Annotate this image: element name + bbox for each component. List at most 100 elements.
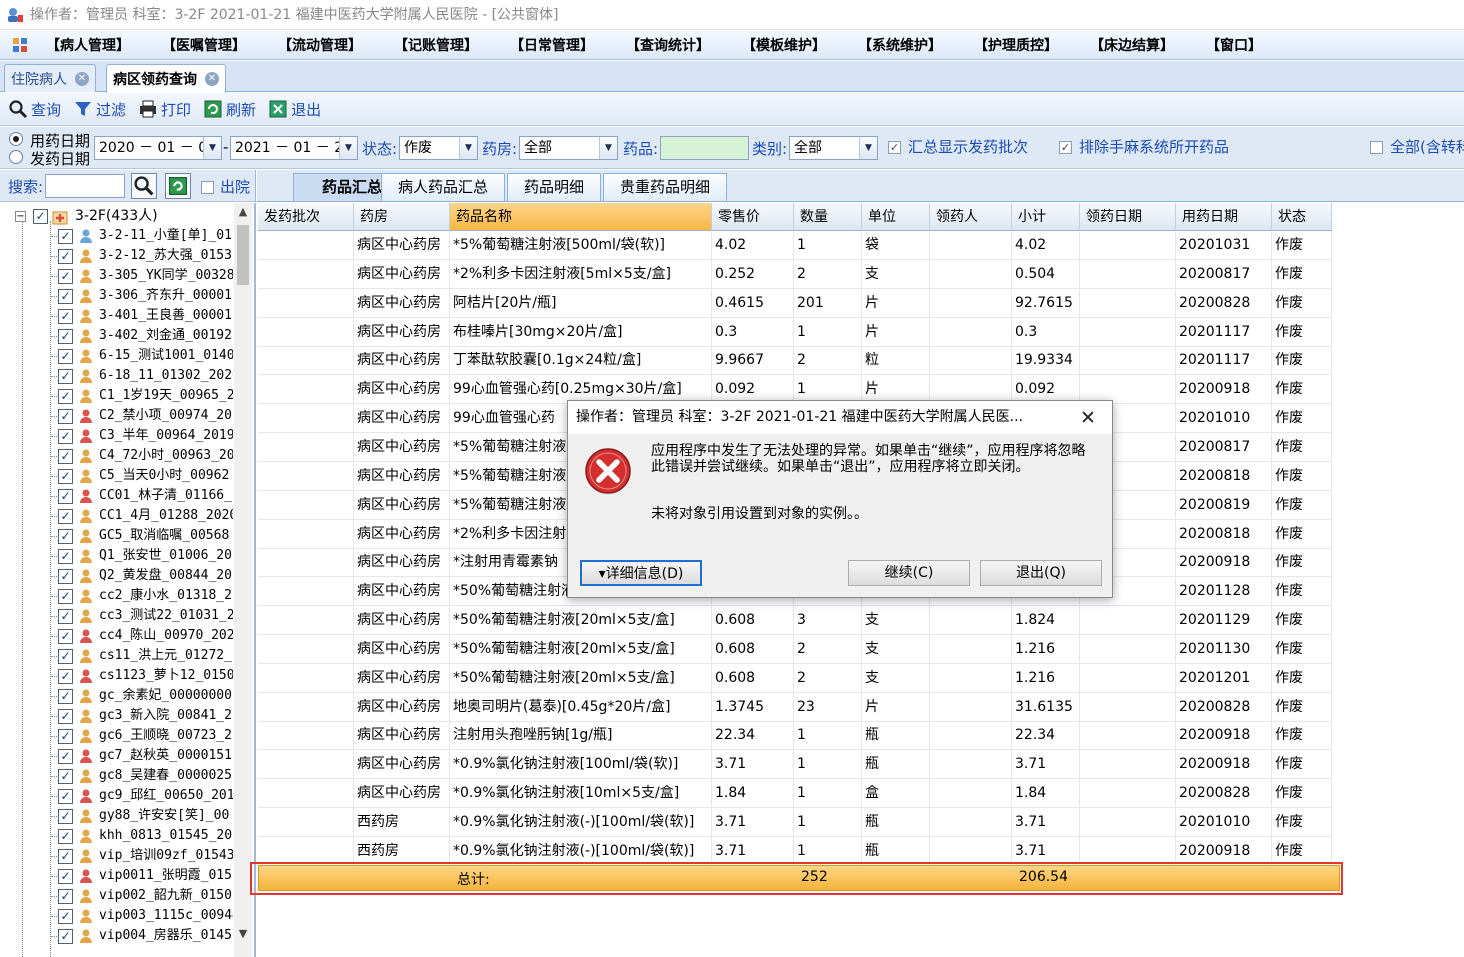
column-header[interactable]: 领药日期 bbox=[1080, 203, 1176, 231]
category-select[interactable]: 全部 ▼ bbox=[789, 136, 878, 160]
filter-button[interactable]: 过滤 bbox=[73, 99, 126, 120]
tree-item[interactable]: ✓ gc6_王顺晓_00723_2 bbox=[0, 726, 234, 746]
tree-checkbox[interactable]: ✓ bbox=[58, 509, 73, 524]
tree-checkbox[interactable]: ✓ bbox=[58, 849, 73, 864]
tree-checkbox[interactable]: ✓ bbox=[58, 889, 73, 904]
chevron-down-icon[interactable]: ▼ bbox=[459, 137, 477, 159]
column-header[interactable]: 单位 bbox=[862, 203, 930, 231]
refresh-button[interactable]: 刷新 bbox=[203, 99, 256, 120]
menu-billing[interactable]: 【记账管理】 bbox=[394, 35, 478, 55]
menu-system[interactable]: 【系统维护】 bbox=[858, 35, 942, 55]
chevron-down-icon[interactable]: ▼ bbox=[203, 137, 221, 159]
tree-item[interactable]: ✓ cc2_康小水_01318_2 bbox=[0, 586, 234, 606]
query-button[interactable]: 查询 bbox=[8, 99, 61, 120]
table-row[interactable]: 病区中心药房 *50%葡萄糖注射液[20ml×5支/盒] 0.608 3 支 1.824 2… bbox=[258, 606, 1348, 636]
print-button[interactable]: 打印 bbox=[138, 99, 191, 120]
search-input[interactable] bbox=[45, 174, 125, 198]
search-button[interactable] bbox=[131, 173, 157, 199]
tree-checkbox[interactable]: ✓ bbox=[58, 569, 73, 584]
tree-root[interactable]: − ✓ 3-2F(433人) bbox=[0, 206, 234, 226]
tree-item[interactable]: ✓ cc3_测试22_01031_2 bbox=[0, 606, 234, 626]
tree-scrollbar[interactable]: ▲ ▼ bbox=[234, 203, 252, 957]
column-header[interactable]: 状态 bbox=[1272, 203, 1332, 231]
table-row[interactable]: 病区中心药房 丁苯酞软胶囊[0.1g×24粒/盒] 9.9667 2 粒 19.9334 2… bbox=[258, 346, 1348, 376]
column-header[interactable]: 用药日期 bbox=[1176, 203, 1272, 231]
tree-item[interactable]: ✓ 6-18_11_01302_2020 bbox=[0, 366, 234, 386]
tree-checkbox[interactable]: ✓ bbox=[58, 649, 73, 664]
tree-item[interactable]: ✓ C4_72小时_00963_20 bbox=[0, 446, 234, 466]
tree-checkbox[interactable]: ✓ bbox=[58, 369, 73, 384]
tree-item[interactable]: ✓ cc4_陈山_00970_202 bbox=[0, 626, 234, 646]
date-from-picker[interactable]: 2020 － 01 － 09 ▼ bbox=[94, 136, 222, 160]
tab-drug-detail[interactable]: 药品明细 bbox=[507, 173, 601, 201]
tree-checkbox[interactable]: ✓ bbox=[58, 489, 73, 504]
all-including-transfer-checkbox[interactable] bbox=[1370, 141, 1383, 154]
tree-checkbox[interactable]: ✓ bbox=[58, 749, 73, 764]
tree-item[interactable]: ✓ Q2_黄发盘_00844_20 bbox=[0, 566, 234, 586]
chevron-down-icon[interactable]: ▼ bbox=[339, 137, 357, 159]
tree-item[interactable]: ✓ gc3_新入院_00841_2 bbox=[0, 706, 234, 726]
tree-item[interactable]: ✓ 3-2-12_苏大强_0153 bbox=[0, 246, 234, 266]
close-icon[interactable]: ✕ bbox=[1078, 408, 1098, 428]
tree-item[interactable]: ✓ C3_半年_00964_2019 bbox=[0, 426, 234, 446]
tab-expensive-drug-detail[interactable]: 贵重药品明细 bbox=[603, 173, 727, 201]
tree-item[interactable]: ✓ gy88_许安安[笑]_00 bbox=[0, 806, 234, 826]
menu-templates[interactable]: 【模板维护】 bbox=[742, 35, 826, 55]
column-header[interactable]: 零售价 bbox=[712, 203, 794, 231]
table-row[interactable]: 病区中心药房 注射用头孢唑肟钠[1g/瓶] 22.34 1 瓶 22.34 20200918… bbox=[258, 721, 1348, 751]
menu-window[interactable]: 【窗口】 bbox=[1206, 35, 1262, 55]
menu-nursing-qc[interactable]: 【护理质控】 bbox=[974, 35, 1058, 55]
drug-input[interactable] bbox=[660, 136, 749, 160]
tab-ward-drug-query[interactable]: 病区领药查询 ✕ bbox=[106, 64, 226, 93]
tree-checkbox[interactable]: ✓ bbox=[58, 229, 73, 244]
table-row[interactable]: 病区中心药房 布桂嗪片[30mg×20片/盒] 0.3 1 片 0.3 20201117 作废 bbox=[258, 317, 1348, 347]
tree-checkbox[interactable]: ✓ bbox=[58, 329, 73, 344]
tree-item[interactable]: ✓ 3-306_齐东升_00001 bbox=[0, 286, 234, 306]
tab-patient-drug-summary[interactable]: 病人药品汇总 bbox=[381, 173, 505, 201]
tree-item[interactable]: ✓ gc_余素妃_00000000 bbox=[0, 686, 234, 706]
column-header[interactable]: 药房 bbox=[354, 203, 450, 231]
tree-checkbox[interactable]: ✓ bbox=[58, 429, 73, 444]
tree-checkbox[interactable]: ✓ bbox=[58, 909, 73, 924]
menu-statistics[interactable]: 【查询统计】 bbox=[626, 35, 710, 55]
tab-close-icon[interactable]: ✕ bbox=[75, 71, 89, 86]
tree-item[interactable]: ✓ cs1123_萝卜12_0150 bbox=[0, 666, 234, 686]
scroll-down-icon[interactable]: ▼ bbox=[234, 925, 252, 943]
tree-checkbox[interactable]: ✓ bbox=[58, 709, 73, 724]
tree-item[interactable]: ✓ CC1_4月_01288_2020 bbox=[0, 506, 234, 526]
tree-checkbox[interactable]: ✓ bbox=[58, 589, 73, 604]
collapse-icon[interactable]: − bbox=[15, 211, 26, 222]
tree-checkbox[interactable]: ✓ bbox=[58, 789, 73, 804]
tree-item[interactable]: ✓ vip0011_张明霞_015 bbox=[0, 866, 234, 886]
column-header[interactable]: 数量 bbox=[794, 203, 862, 231]
menu-patient[interactable]: 【病人管理】 bbox=[46, 35, 130, 55]
tree-item[interactable]: ✓ 3-402_刘金通_00192 bbox=[0, 326, 234, 346]
tree-item[interactable]: ✓ C2_禁小项_00974_20 bbox=[0, 406, 234, 426]
tree-item[interactable]: ✓ 3-2-11_小童[单]_01 bbox=[0, 226, 234, 246]
chevron-down-icon[interactable]: ▼ bbox=[599, 137, 617, 159]
tree-item[interactable]: ✓ CC01_林子清_01166_ bbox=[0, 486, 234, 506]
details-button[interactable]: ▾详细信息(D) bbox=[580, 560, 702, 586]
tree-item[interactable]: ✓ vip_培训09zf_01543 bbox=[0, 846, 234, 866]
tree-item[interactable]: ✓ gc9_邱红_00650_201 bbox=[0, 786, 234, 806]
tree-checkbox[interactable]: ✓ bbox=[58, 669, 73, 684]
app-menu-icon[interactable] bbox=[12, 37, 28, 53]
tree-item[interactable]: ✓ GC5_取消临嘱_00568 bbox=[0, 526, 234, 546]
tree-checkbox[interactable]: ✓ bbox=[58, 769, 73, 784]
tree-scroll-thumb[interactable] bbox=[237, 225, 249, 285]
table-row[interactable]: 病区中心药房 *0.9%氯化钠注射液[100ml/袋(软)] 3.71 1 瓶 3.71 2… bbox=[258, 750, 1348, 780]
tree-item[interactable]: ✓ gc8_吴建春_0000025 bbox=[0, 766, 234, 786]
tree-checkbox[interactable]: ✓ bbox=[58, 809, 73, 824]
tree-item[interactable]: ✓ vip003_1115c_00944 bbox=[0, 906, 234, 926]
status-select[interactable]: 作废 ▼ bbox=[399, 136, 478, 160]
menu-bedside-settlement[interactable]: 【床边结算】 bbox=[1090, 35, 1174, 55]
tree-checkbox[interactable]: ✓ bbox=[58, 349, 73, 364]
tree-checkbox[interactable]: ✓ bbox=[58, 469, 73, 484]
menu-flow[interactable]: 【流动管理】 bbox=[278, 35, 362, 55]
pharmacy-select[interactable]: 全部 ▼ bbox=[519, 136, 618, 160]
tree-checkbox[interactable]: ✓ bbox=[33, 209, 48, 224]
table-row[interactable]: 病区中心药房 阿桔片[20片/瓶] 0.4615 201 片 92.7615 2020082… bbox=[258, 288, 1348, 318]
tree-item[interactable]: ✓ 3-305_YK同学_00328 bbox=[0, 266, 234, 286]
tree-checkbox[interactable]: ✓ bbox=[58, 409, 73, 424]
tree-checkbox[interactable]: ✓ bbox=[58, 629, 73, 644]
